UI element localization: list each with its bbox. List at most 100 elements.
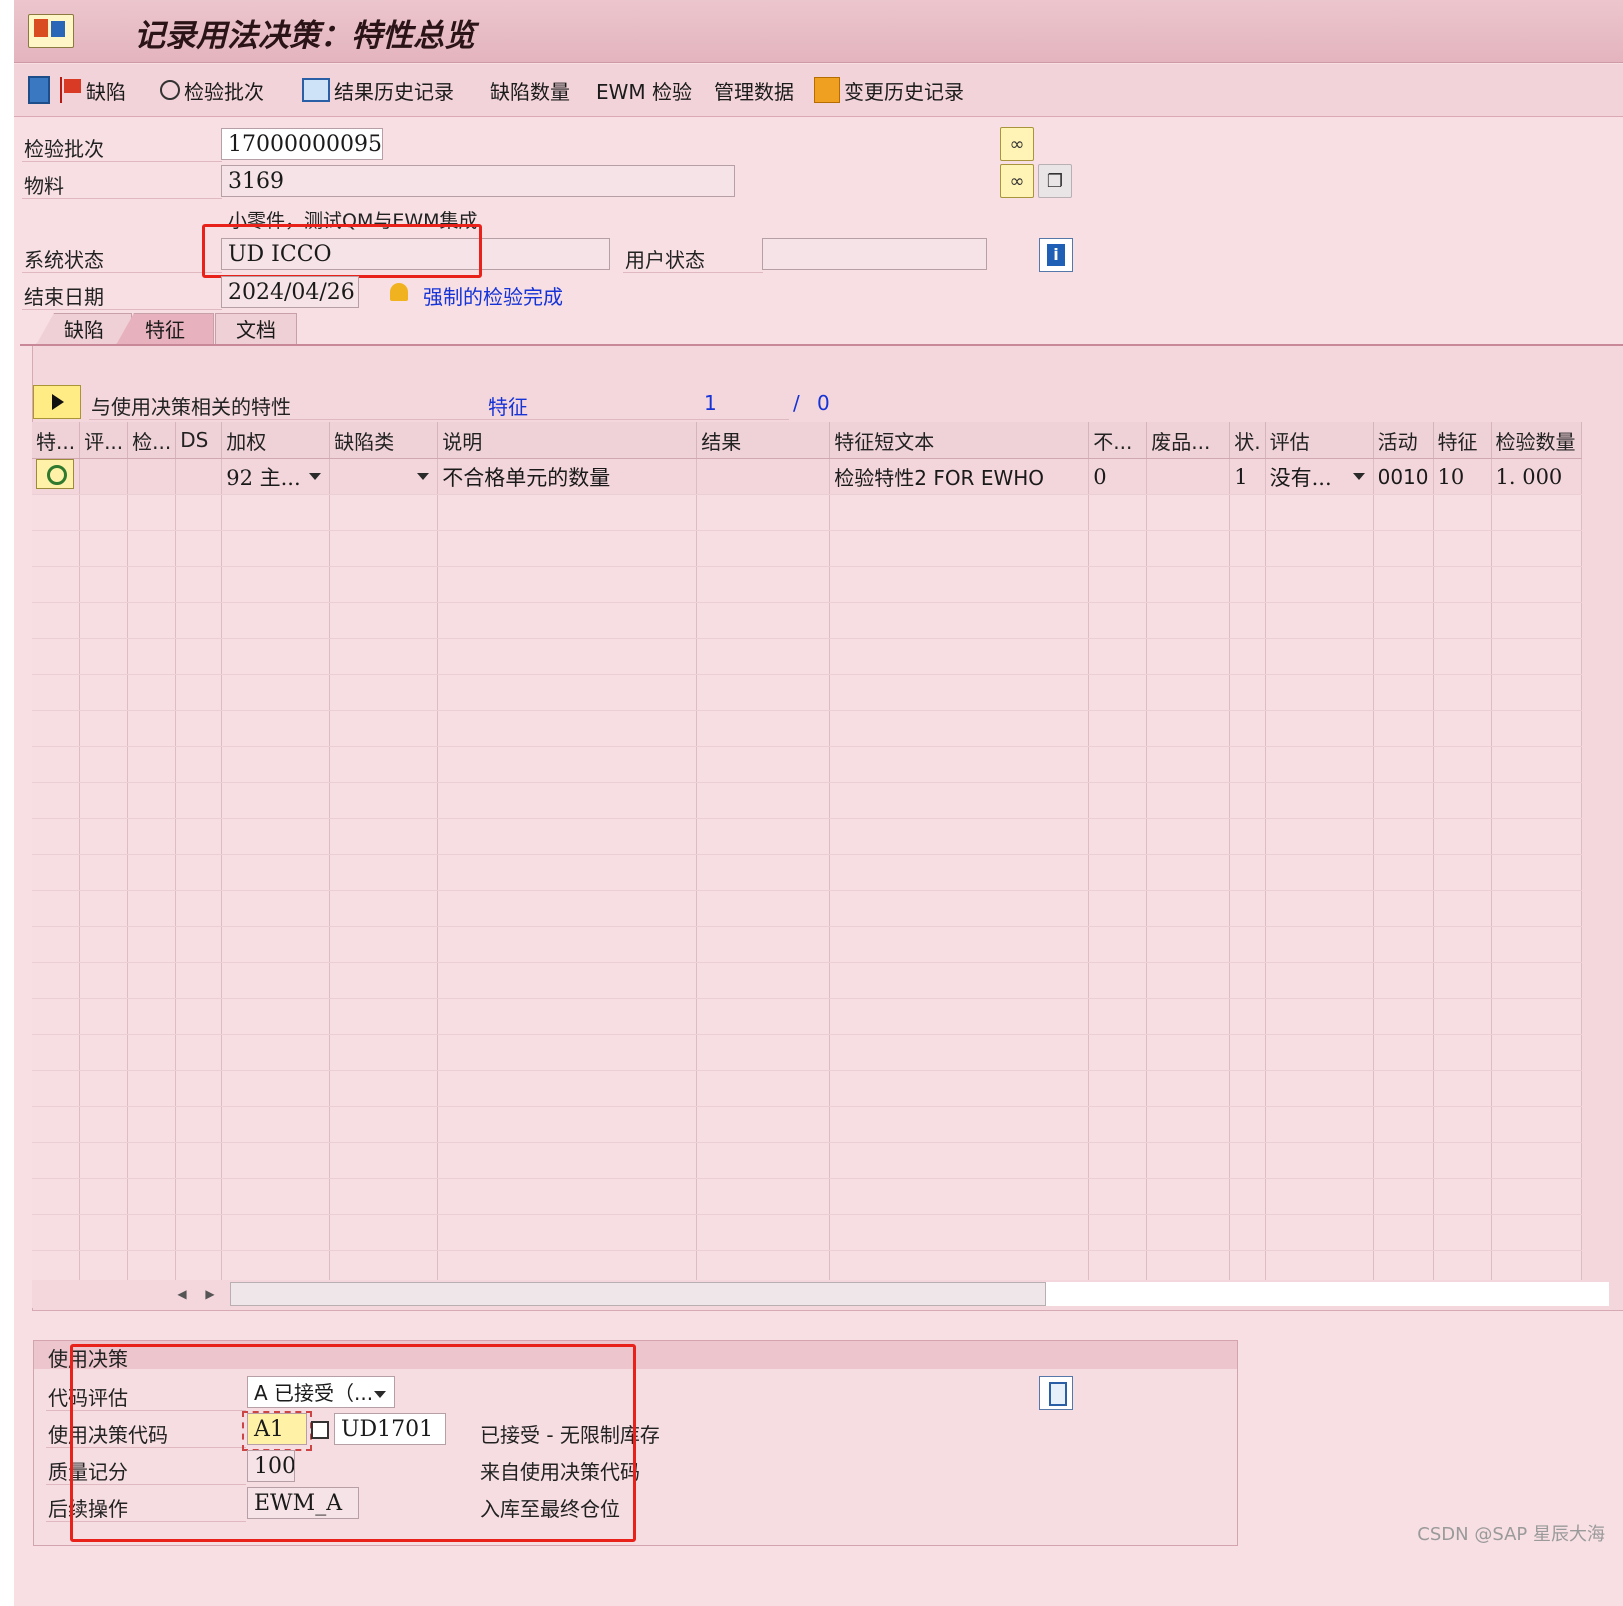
cell[interactable] [696,1178,831,1215]
cell[interactable] [1491,998,1582,1035]
cell[interactable] [829,710,1090,747]
table-row-empty[interactable] [32,782,1582,819]
cell[interactable] [1491,1142,1582,1179]
cell[interactable] [437,926,698,963]
col-header[interactable]: 检验数量 [1491,422,1582,459]
cell[interactable] [329,566,439,603]
cell[interactable] [1433,854,1492,891]
cell[interactable] [329,890,439,927]
cell[interactable] [1088,746,1148,783]
table-row-empty[interactable] [32,674,1582,711]
cell[interactable] [696,494,831,531]
cell[interactable] [829,602,1090,639]
cell[interactable] [1146,1142,1231,1179]
table-row-empty[interactable] [32,710,1582,747]
cell[interactable] [696,1106,831,1143]
cell[interactable] [32,674,81,711]
cell[interactable] [127,962,177,999]
cell[interactable] [1265,746,1374,783]
cell[interactable] [79,1106,129,1143]
cell[interactable] [1265,782,1374,819]
cell[interactable] [696,710,831,747]
cell[interactable] [1088,1106,1148,1143]
cell[interactable] [175,710,223,747]
cell[interactable] [1491,962,1582,999]
cell[interactable] [127,1178,177,1215]
cell[interactable] [32,638,81,675]
cell[interactable] [1229,530,1266,567]
cell[interactable] [175,890,223,927]
cell[interactable] [1433,1106,1492,1143]
cell[interactable] [1146,1214,1231,1251]
copy-documents-button[interactable]: ❐ [1038,164,1072,198]
col-header[interactable]: 结果 [696,422,831,459]
cell[interactable] [79,458,129,495]
cell[interactable] [329,494,439,531]
cell[interactable] [1229,494,1266,531]
result-cell[interactable] [696,458,831,495]
cell[interactable] [329,746,439,783]
cell[interactable] [1088,1142,1148,1179]
cell[interactable] [1146,890,1231,927]
cell[interactable] [1491,710,1582,747]
cell[interactable] [329,638,439,675]
cell[interactable] [1146,602,1231,639]
cell[interactable] [1491,494,1582,531]
cell[interactable] [1088,566,1148,603]
cell[interactable] [1229,1142,1266,1179]
cell[interactable] [1088,602,1148,639]
cell[interactable] [329,926,439,963]
cell[interactable] [32,782,81,819]
cell[interactable] [829,818,1090,855]
cell[interactable] [1146,710,1231,747]
scroll-left-arrow[interactable]: ◀ [172,1284,192,1304]
cell[interactable] [1373,998,1434,1035]
cell[interactable] [1433,818,1492,855]
cell[interactable] [329,530,439,567]
cell[interactable] [1088,926,1148,963]
cell[interactable] [79,602,129,639]
cell[interactable] [1433,962,1492,999]
cell[interactable] [1373,782,1434,819]
cell[interactable] [175,638,223,675]
cell[interactable] [1433,1034,1492,1071]
cell[interactable] [696,854,831,891]
cell[interactable] [1229,710,1266,747]
app-menu-icon[interactable] [28,14,74,48]
cell[interactable] [79,530,129,567]
cell[interactable] [1088,782,1148,819]
cell[interactable] [127,1142,177,1179]
cell[interactable] [127,854,177,891]
cell[interactable] [696,1034,831,1071]
cell[interactable] [437,746,698,783]
cell[interactable] [1146,530,1231,567]
cell[interactable] [1433,1214,1492,1251]
cell[interactable] [221,1142,331,1179]
cell[interactable] [221,890,331,927]
result-history-button[interactable]: 结果历史记录 [302,74,454,106]
cell[interactable] [696,890,831,927]
cell[interactable] [32,1034,81,1071]
cell[interactable] [175,1034,223,1071]
cell[interactable] [1433,530,1492,567]
cell[interactable] [1265,494,1374,531]
table-row-empty[interactable] [32,638,1582,675]
cell[interactable] [1146,962,1231,999]
cell[interactable] [437,1070,698,1107]
cell[interactable] [127,530,177,567]
cell[interactable] [329,1034,439,1071]
cell[interactable] [329,998,439,1035]
cell[interactable] [1433,1070,1492,1107]
cell[interactable] [696,566,831,603]
cell[interactable] [1088,1214,1148,1251]
cell[interactable] [329,602,439,639]
cell[interactable] [79,746,129,783]
cell[interactable] [1491,926,1582,963]
change-history-button[interactable]: 变更历史记录 [814,74,964,106]
cell[interactable] [1373,530,1434,567]
cell[interactable] [127,1106,177,1143]
cell[interactable] [175,602,223,639]
cell[interactable] [1088,854,1148,891]
cell[interactable] [127,602,177,639]
cell[interactable] [127,494,177,531]
